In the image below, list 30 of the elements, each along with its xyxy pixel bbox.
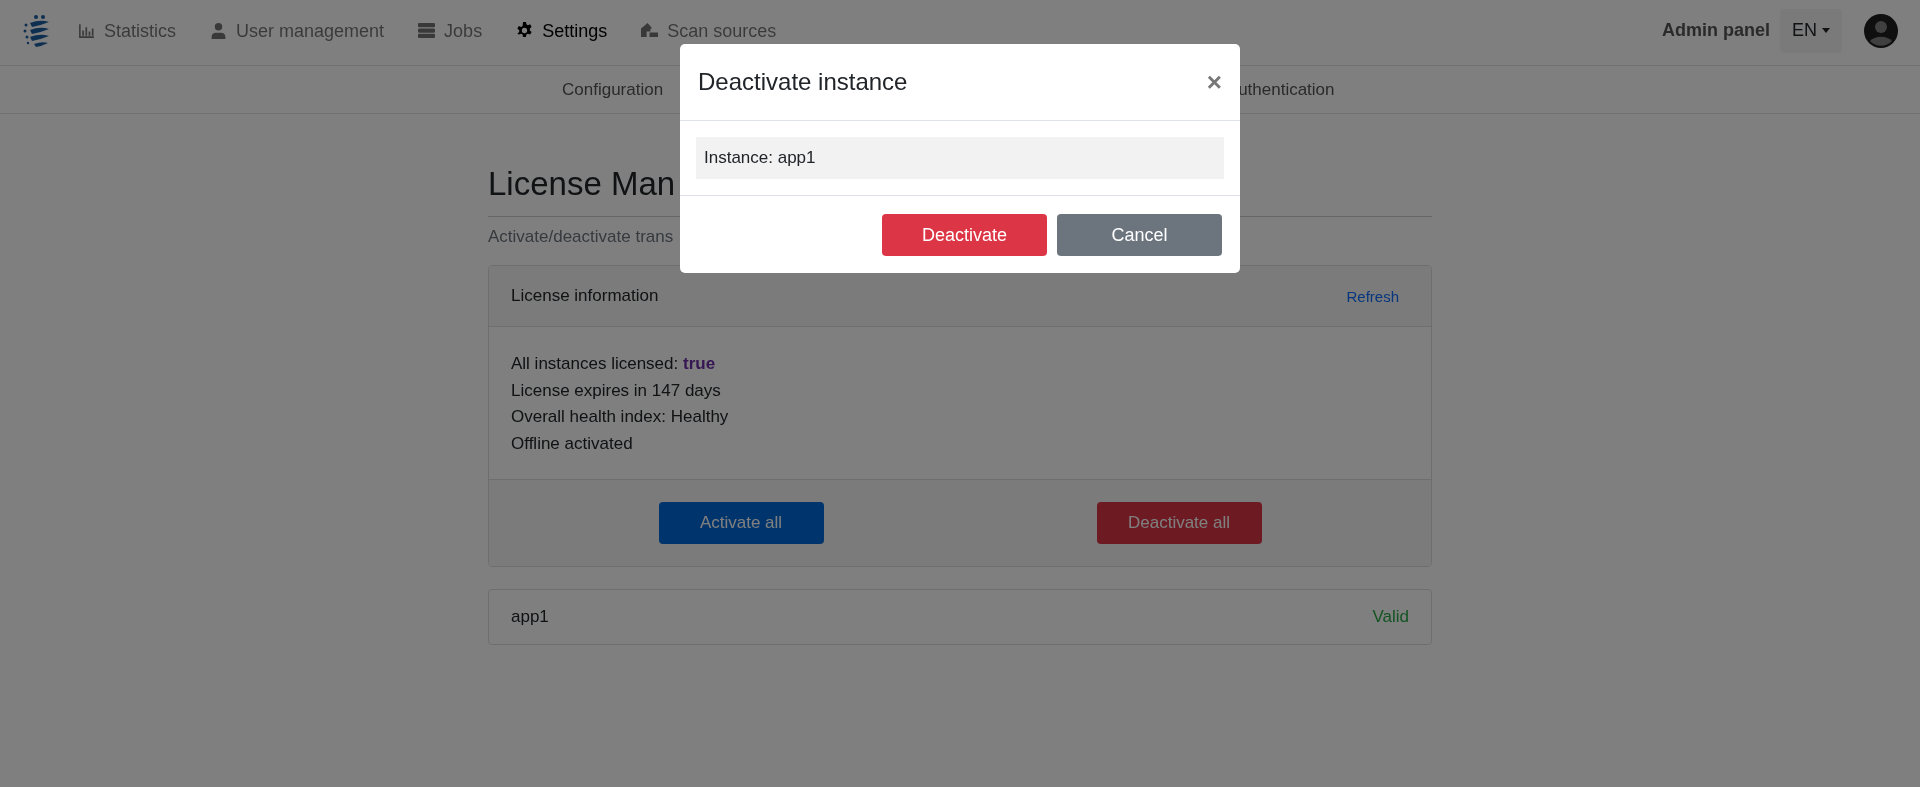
page-subtitle: Activate/deactivate trans [488, 227, 674, 247]
language-dropdown[interactable]: EN [1780, 8, 1842, 53]
page-title: License Man [488, 164, 677, 204]
avatar-icon[interactable] [1864, 13, 1898, 48]
nav-item[interactable]: Jobs [418, 21, 483, 40]
info-line: All instances licensed: true [511, 353, 717, 375]
close-button[interactable]: × [1206, 66, 1222, 98]
instance-status: Valid [1372, 607, 1409, 627]
nav-item[interactable]: Scan sources [641, 21, 777, 40]
refresh-link[interactable]: Refresh [1346, 287, 1399, 305]
admin-panel-label: Admin panel [1661, 20, 1770, 41]
activate-all-button[interactable]: Activate all [658, 502, 824, 544]
info-line: Offline activated [511, 432, 634, 455]
instance-row[interactable]: app1 Valid [488, 589, 1432, 645]
deactivate-all-button[interactable]: Deactivate all [1096, 502, 1262, 544]
cancel-button[interactable]: Cancel [1057, 214, 1222, 256]
info-line: Overall health index: Healthy [511, 406, 730, 428]
gear-icon [516, 22, 534, 39]
nav-item[interactable]: Settings [516, 21, 608, 40]
instance-info: Instance: app1 [696, 137, 1224, 179]
subnav-link[interactable]: Configuration [562, 79, 664, 100]
info-line: License expires in 147 days [511, 379, 722, 402]
card-title: License information [511, 286, 659, 306]
subnav-link[interactable]: uthentication [1238, 79, 1335, 100]
instance-name: app1 [511, 607, 549, 627]
caret-icon [1822, 28, 1830, 33]
deactivate-button[interactable]: Deactivate [882, 214, 1047, 256]
nav-item[interactable]: Statistics [78, 21, 177, 40]
modal-title: Deactivate instance [698, 68, 908, 96]
nav-item[interactable]: User management [210, 21, 385, 40]
